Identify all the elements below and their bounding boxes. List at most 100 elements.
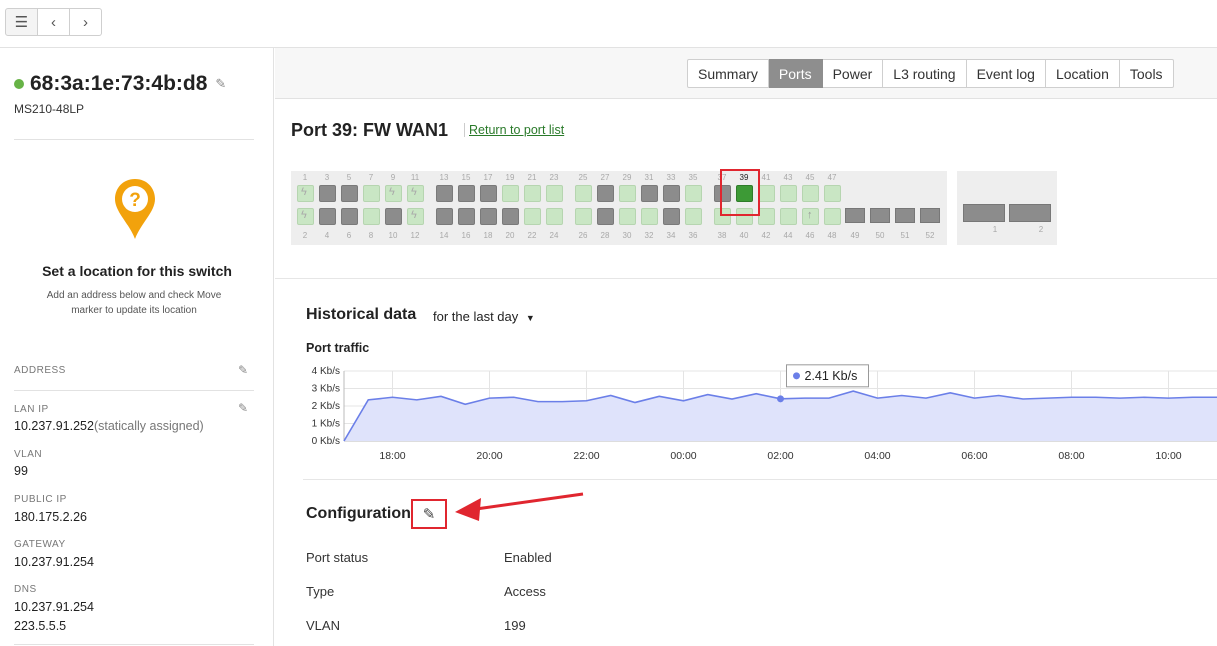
- config-key-type: Type: [306, 584, 335, 599]
- port-31[interactable]: [641, 185, 658, 202]
- port-16[interactable]: [458, 208, 475, 225]
- port-19[interactable]: [502, 185, 519, 202]
- top-toolbar: ☰ ‹ ›: [0, 0, 1217, 48]
- port-9[interactable]: [385, 185, 402, 202]
- port-4[interactable]: [319, 208, 336, 225]
- port-29[interactable]: [619, 185, 636, 202]
- port-27[interactable]: [597, 185, 614, 202]
- port-34[interactable]: [663, 208, 680, 225]
- port-12[interactable]: [407, 208, 424, 225]
- port-18[interactable]: [480, 208, 497, 225]
- y-tick-label: 2 Kb/s: [312, 401, 340, 412]
- port-number: 48: [827, 231, 837, 240]
- location-pin-icon: ?: [115, 179, 155, 239]
- port-15[interactable]: [458, 185, 475, 202]
- port-number: 13: [439, 173, 449, 182]
- port-number: 12: [410, 231, 420, 240]
- configuration-title: Configuration: [306, 505, 411, 522]
- dns-label: DNS: [14, 584, 37, 595]
- port-number: 30: [622, 231, 632, 240]
- config-value-port-status: Enabled: [504, 550, 552, 565]
- tab-l3-routing[interactable]: L3 routing: [883, 59, 967, 88]
- port-8[interactable]: [363, 208, 380, 225]
- edit-address-pencil-icon[interactable]: ✎: [238, 363, 248, 377]
- port-42[interactable]: [758, 208, 775, 225]
- list-icon: ☰: [14, 14, 29, 31]
- port-43[interactable]: [780, 185, 797, 202]
- port-number: 51: [900, 231, 910, 240]
- port-30[interactable]: [619, 208, 636, 225]
- port-33[interactable]: [663, 185, 680, 202]
- port-36[interactable]: [685, 208, 702, 225]
- red-arrow-annotation: [455, 492, 584, 521]
- port-14[interactable]: [436, 208, 453, 225]
- edit-name-pencil-icon[interactable]: ✎: [215, 76, 226, 92]
- lan-ip-label: LAN IP: [14, 404, 49, 415]
- caret-down-icon: ▼: [525, 313, 535, 323]
- port-21[interactable]: [524, 185, 541, 202]
- module-port-51[interactable]: [895, 208, 915, 223]
- port-number: 45: [805, 173, 815, 182]
- sfp-port-1[interactable]: [963, 204, 1005, 222]
- module-port-52[interactable]: [920, 208, 940, 223]
- y-tick-label: 3 Kb/s: [312, 384, 340, 395]
- port-number: 21: [527, 173, 537, 182]
- port-2[interactable]: [297, 208, 314, 225]
- return-to-port-list-link[interactable]: Return to port list: [464, 123, 564, 137]
- port-number: 27: [600, 173, 610, 182]
- x-tick-label: 10:00: [1155, 450, 1181, 462]
- port-7[interactable]: [363, 185, 380, 202]
- port-47[interactable]: [824, 185, 841, 202]
- lan-ip-value: 10.237.91.252(statically assigned): [14, 419, 204, 433]
- port-11[interactable]: [407, 185, 424, 202]
- port-number: 23: [549, 173, 559, 182]
- port-25[interactable]: [575, 185, 592, 202]
- port-17[interactable]: [480, 185, 497, 202]
- list-view-button[interactable]: ☰: [5, 8, 38, 36]
- status-dot: [14, 79, 24, 89]
- port-3[interactable]: [319, 185, 336, 202]
- tooltip-dot: [793, 372, 800, 380]
- port-46[interactable]: [802, 208, 819, 225]
- config-key-vlan: VLAN: [306, 618, 340, 633]
- sfp-port-2[interactable]: [1009, 204, 1051, 222]
- divider: [14, 644, 254, 645]
- edit-configuration-button[interactable]: ✎: [411, 499, 447, 529]
- tab-event-log[interactable]: Event log: [966, 59, 1046, 88]
- edit-ip-pencil-icon[interactable]: ✎: [238, 401, 248, 415]
- time-range-dropdown[interactable]: for the last day ▼: [433, 309, 535, 324]
- port-23[interactable]: [546, 185, 563, 202]
- port-20[interactable]: [502, 208, 519, 225]
- port-48[interactable]: [824, 208, 841, 225]
- x-tick-label: 06:00: [961, 450, 987, 462]
- tab-summary[interactable]: Summary: [687, 59, 769, 88]
- port-26[interactable]: [575, 208, 592, 225]
- chevron-right-icon: ›: [83, 13, 88, 31]
- port-6[interactable]: [341, 208, 358, 225]
- port-13[interactable]: [436, 185, 453, 202]
- tab-location[interactable]: Location: [1045, 59, 1120, 88]
- port-41[interactable]: [758, 185, 775, 202]
- port-5[interactable]: [341, 185, 358, 202]
- module-port-49[interactable]: [845, 208, 865, 223]
- port-45[interactable]: [802, 185, 819, 202]
- module-port-50[interactable]: [870, 208, 890, 223]
- port-number: 34: [666, 231, 676, 240]
- back-button[interactable]: ‹: [38, 8, 70, 36]
- forward-button[interactable]: ›: [70, 8, 102, 36]
- sfp-port-number: 2: [1038, 225, 1044, 234]
- port-28[interactable]: [597, 208, 614, 225]
- tab-ports[interactable]: Ports: [768, 59, 823, 88]
- y-tick-label: 1 Kb/s: [312, 419, 340, 430]
- port-35[interactable]: [685, 185, 702, 202]
- port-32[interactable]: [641, 208, 658, 225]
- y-tick-label: 0 Kb/s: [312, 436, 340, 447]
- port-24[interactable]: [546, 208, 563, 225]
- port-1[interactable]: [297, 185, 314, 202]
- tab-power[interactable]: Power: [822, 59, 884, 88]
- tab-tools[interactable]: Tools: [1119, 59, 1174, 88]
- device-model: MS210-48LP: [14, 102, 85, 116]
- port-22[interactable]: [524, 208, 541, 225]
- port-44[interactable]: [780, 208, 797, 225]
- port-10[interactable]: [385, 208, 402, 225]
